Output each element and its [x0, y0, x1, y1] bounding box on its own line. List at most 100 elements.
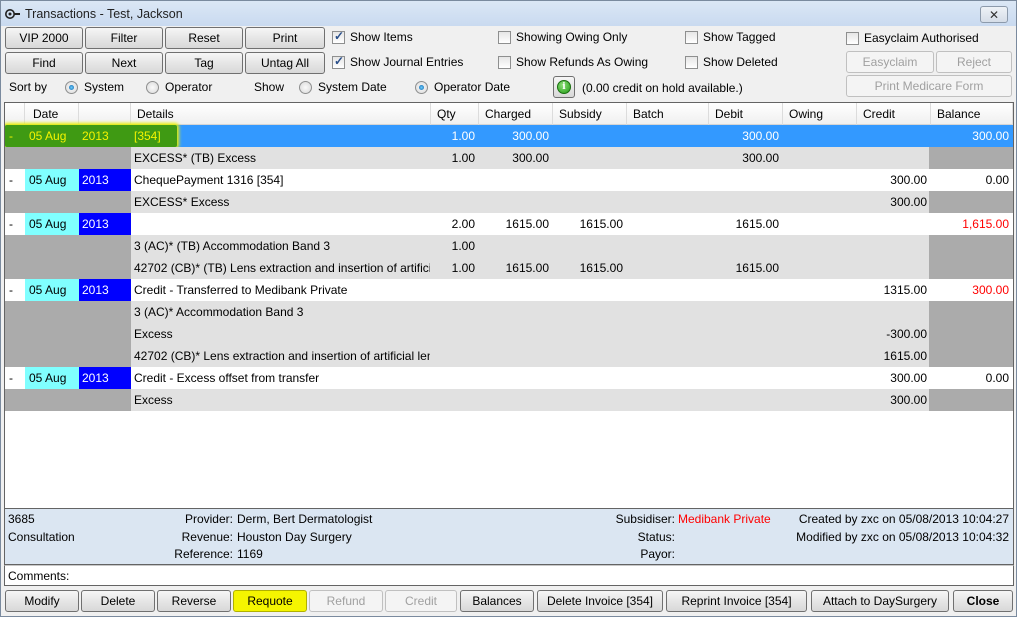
show-tagged-checkbox[interactable]: Show Tagged [685, 30, 776, 44]
row-expand-marker[interactable]: - [9, 367, 23, 389]
column-header-credit[interactable]: Credit [857, 103, 931, 125]
balances-button[interactable]: Balances [460, 590, 534, 612]
column-header-details[interactable]: Details [131, 103, 431, 125]
details-cell [134, 213, 430, 235]
details-cell: [354] [134, 129, 161, 143]
easyclaim-button[interactable]: Easyclaim [846, 51, 934, 73]
transaction-row[interactable]: -05 Aug 2013 Credit - Excess offset from t… [5, 367, 1013, 389]
year-cell: 2013 [82, 129, 109, 143]
transaction-item-row[interactable]: 42702 (CB)* Lens extraction and insertio… [5, 345, 1013, 367]
vip-2000-button[interactable]: VIP 2000 [5, 27, 83, 49]
column-header-charged[interactable]: Charged [479, 103, 553, 125]
date-cell: 05 Aug [25, 279, 79, 301]
revenue-label: Revenue: [181, 530, 233, 544]
debit-cell [709, 367, 779, 389]
transaction-item-row[interactable]: 3 (AC)* (TB) Accommodation Band 3 1.00 [5, 235, 1013, 257]
easyclaim-authorised-checkbox[interactable]: Easyclaim Authorised [846, 31, 979, 45]
column-header-date[interactable]: Date [25, 103, 79, 125]
next-button[interactable]: Next [85, 52, 163, 74]
row-expand-marker[interactable]: - [9, 213, 23, 235]
column-header-marker[interactable] [5, 103, 25, 125]
subsidy-cell [553, 125, 623, 147]
debit-cell [709, 389, 779, 411]
credit-cell [857, 257, 927, 279]
show-refunds-as-owing-checkbox[interactable]: Show Refunds As Owing [498, 55, 648, 69]
radio-icon [146, 80, 159, 94]
row-expand-marker[interactable]: - [9, 169, 23, 191]
credit-hold-text: (0.00 credit on hold available.) [582, 81, 743, 95]
details-cell: Credit - Transferred to Medibank Private [134, 283, 348, 297]
showing-owing-only-checkbox[interactable]: Showing Owing Only [498, 30, 627, 44]
year-cell: 2013 [79, 213, 131, 235]
transaction-item-row[interactable]: EXCESS* (TB) Excess 1.00 300.00 300.00 [5, 147, 1013, 169]
modify-button[interactable]: Modify [5, 590, 79, 612]
charged-cell [479, 169, 549, 191]
print-medicare-form-button[interactable]: Print Medicare Form [846, 75, 1012, 97]
transaction-item-row[interactable]: Excess 300.00 [5, 389, 1013, 411]
column-header-batch[interactable]: Batch [627, 103, 709, 125]
subsidy-cell [553, 389, 623, 411]
column-header-subsidy[interactable]: Subsidy [553, 103, 627, 125]
balance-empty-cell [929, 235, 1013, 257]
comments-field[interactable]: Comments: [4, 565, 1014, 586]
balance-cell: 0.00 [985, 173, 1009, 187]
credit-cell: -300.00 [886, 327, 927, 341]
column-header-owing[interactable]: Owing [783, 103, 857, 125]
transaction-item-row[interactable]: 42702 (CB)* (TB) Lens extraction and ins… [5, 257, 1013, 279]
tag-button[interactable]: Tag [165, 52, 243, 74]
transaction-row[interactable]: -05 Aug 2013 ChequePayment 1316 [354] 300.0… [5, 169, 1013, 191]
reset-button[interactable]: Reset [165, 27, 243, 49]
transactions-grid[interactable]: Date Details Qty Charged Subsidy Batch D… [4, 102, 1014, 509]
row-expand-marker[interactable]: - [9, 279, 23, 301]
filter-button[interactable]: Filter [85, 27, 163, 49]
reprint-invoice-button[interactable]: Reprint Invoice [354] [666, 590, 807, 612]
sort-system-radio[interactable]: System [65, 80, 124, 94]
item-indent [5, 301, 131, 323]
subsidy-cell [553, 169, 623, 191]
balance-cell: 300.00 [972, 129, 1009, 143]
find-button[interactable]: Find [5, 52, 83, 74]
show-refunds-as-owing-label: Show Refunds As Owing [516, 55, 649, 69]
column-header-year[interactable] [79, 103, 131, 125]
show-items-checkbox[interactable]: Show Items [332, 29, 413, 44]
charged-cell [479, 235, 549, 257]
untag-all-button[interactable]: Untag All [245, 52, 325, 74]
details-cell: 42702 (CB)* Lens extraction and insertio… [134, 349, 430, 363]
title-bar: Transactions - Test, Jackson ✕ [1, 1, 1016, 26]
qty-cell [431, 301, 475, 323]
transaction-item-row[interactable]: Excess -300.00 [5, 323, 1013, 345]
transaction-row[interactable]: -05 Aug 2013 Credit - Transferred to Medib… [5, 279, 1013, 301]
close-button[interactable]: Close [953, 590, 1013, 612]
charged-cell [479, 279, 549, 301]
close-window-button[interactable]: ✕ [980, 6, 1008, 23]
transaction-row[interactable]: -05 Aug 2013 2.00 1615.00 1615.00 1615.00 1,61… [5, 213, 1013, 235]
refund-button[interactable]: Refund [309, 590, 383, 612]
reject-button[interactable]: Reject [936, 51, 1012, 73]
column-header-debit[interactable]: Debit [709, 103, 783, 125]
row-expand-marker[interactable]: - [9, 125, 23, 147]
credit-cell [857, 213, 927, 235]
column-header-balance[interactable]: Balance [931, 103, 1013, 125]
show-system-date-radio[interactable]: System Date [299, 80, 387, 94]
revenue-value: Houston Day Surgery [237, 530, 352, 544]
show-deleted-checkbox[interactable]: Show Deleted [685, 55, 778, 69]
delete-invoice-button[interactable]: Delete Invoice [354] [537, 590, 663, 612]
transaction-item-row[interactable]: EXCESS* Excess 300.00 [5, 191, 1013, 213]
print-button[interactable]: Print [245, 27, 325, 49]
debit-cell: 1615.00 [735, 217, 779, 231]
transaction-row[interactable]: -05 Aug 2013 [354] 1.00 300.00 300.00 300.00 [5, 125, 1013, 147]
subsidiser-label: Subsidiser: [615, 512, 675, 526]
credit-info-button[interactable]: i [553, 76, 575, 98]
show-operator-date-radio[interactable]: Operator Date [415, 80, 510, 94]
transaction-item-row[interactable]: 3 (AC)* Accommodation Band 3 [5, 301, 1013, 323]
show-journal-entries-checkbox[interactable]: Show Journal Entries [332, 54, 463, 69]
sort-operator-radio[interactable]: Operator [146, 80, 212, 94]
credit-button[interactable]: Credit [385, 590, 457, 612]
reverse-button[interactable]: Reverse [157, 590, 231, 612]
delete-button[interactable]: Delete [81, 590, 155, 612]
subsidy-cell [553, 147, 623, 169]
attach-to-daysurgery-button[interactable]: Attach to DaySurgery [811, 590, 949, 612]
column-header-qty[interactable]: Qty [431, 103, 479, 125]
requote-button[interactable]: Requote [233, 590, 307, 612]
show-operator-date-label: Operator Date [434, 80, 511, 94]
